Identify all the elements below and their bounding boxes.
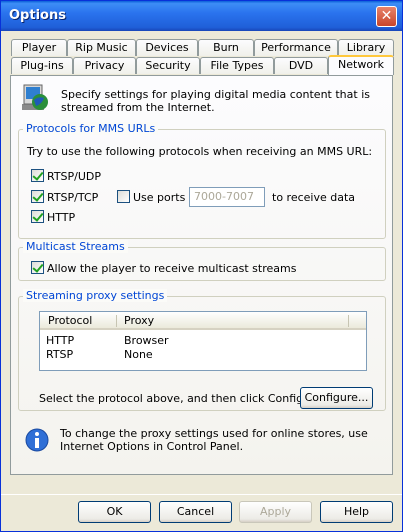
tab-dvd[interactable]: DVD xyxy=(274,57,328,74)
tab-devices[interactable]: Devices xyxy=(136,39,198,56)
apply-button[interactable]: Apply xyxy=(239,501,312,523)
tab-network[interactable]: Network xyxy=(328,55,394,75)
column-proxy[interactable]: Proxy xyxy=(124,314,154,327)
title-bar[interactable]: Options ✕ xyxy=(1,1,402,31)
rtsp-tcp-label: RTSP/TCP xyxy=(47,191,99,204)
protocols-group-title: Protocols for MMS URLs xyxy=(23,122,159,135)
protocols-instruction: Try to use the following protocols when … xyxy=(27,145,373,158)
multicast-group-title: Multicast Streams xyxy=(23,240,128,253)
protocols-group: Protocols for MMS URLs Try to use the fo… xyxy=(18,122,386,239)
tab-player[interactable]: Player xyxy=(11,39,67,56)
tab-file-types[interactable]: File Types xyxy=(200,57,274,74)
close-button[interactable]: ✕ xyxy=(376,6,397,27)
column-protocol[interactable]: Protocol xyxy=(48,314,92,327)
tab-security[interactable]: Security xyxy=(136,57,200,74)
row-protocol: RTSP xyxy=(46,348,74,361)
proxy-group: Streaming proxy settings Protocol Proxy … xyxy=(18,289,386,411)
http-label: HTTP xyxy=(47,211,76,224)
tab-burn[interactable]: Burn xyxy=(198,39,254,56)
allow-multicast-checkbox[interactable] xyxy=(31,261,44,274)
divider xyxy=(1,494,402,495)
info-text: To change the proxy settings used for on… xyxy=(60,427,368,453)
ok-button[interactable]: OK xyxy=(78,501,151,523)
tab-library[interactable]: Library xyxy=(338,39,394,56)
window-title: Options xyxy=(9,8,66,23)
rtsp-udp-label: RTSP/UDP xyxy=(47,170,102,183)
network-globe-icon xyxy=(22,84,48,110)
proxy-hint: Select the protocol above, and then clic… xyxy=(39,392,325,405)
proxy-list-header: Protocol Proxy xyxy=(40,312,366,330)
multicast-group: Multicast Streams Allow the player to re… xyxy=(18,240,386,281)
network-panel: Specify settings for playing digital med… xyxy=(10,75,393,475)
info-icon xyxy=(25,428,49,452)
close-icon: ✕ xyxy=(380,8,393,24)
tab-plug-ins[interactable]: Plug-ins xyxy=(11,57,73,74)
receive-data-label: to receive data xyxy=(272,191,356,204)
ports-input[interactable]: 7000-7007 xyxy=(189,187,265,207)
use-ports-label: Use ports xyxy=(133,191,186,204)
use-ports-checkbox[interactable] xyxy=(117,190,130,203)
tab-performance[interactable]: Performance xyxy=(254,39,338,56)
proxy-group-title: Streaming proxy settings xyxy=(23,289,168,302)
help-button[interactable]: Help xyxy=(320,501,393,523)
column-separator[interactable] xyxy=(116,315,117,327)
column-separator[interactable] xyxy=(348,315,349,327)
rtsp-tcp-checkbox[interactable] xyxy=(31,190,44,203)
row-proxy: None xyxy=(124,348,153,361)
http-checkbox[interactable] xyxy=(31,210,44,223)
row-proxy: Browser xyxy=(124,334,169,347)
tab-privacy[interactable]: Privacy xyxy=(73,57,136,74)
row-protocol: HTTP xyxy=(46,334,75,347)
cancel-button[interactable]: Cancel xyxy=(159,501,232,523)
tab-rip-music[interactable]: Rip Music xyxy=(67,39,136,56)
allow-multicast-label: Allow the player to receive multicast st… xyxy=(47,262,297,275)
rtsp-udp-checkbox[interactable] xyxy=(31,169,44,182)
proxy-list[interactable]: Protocol Proxy HTTP Browser RTSP None xyxy=(39,311,367,371)
options-window: Options ✕ Player Rip Music Devices Burn … xyxy=(0,0,403,532)
intro-text: Specify settings for playing digital med… xyxy=(61,88,370,114)
configure-button[interactable]: Configure... xyxy=(300,387,373,409)
